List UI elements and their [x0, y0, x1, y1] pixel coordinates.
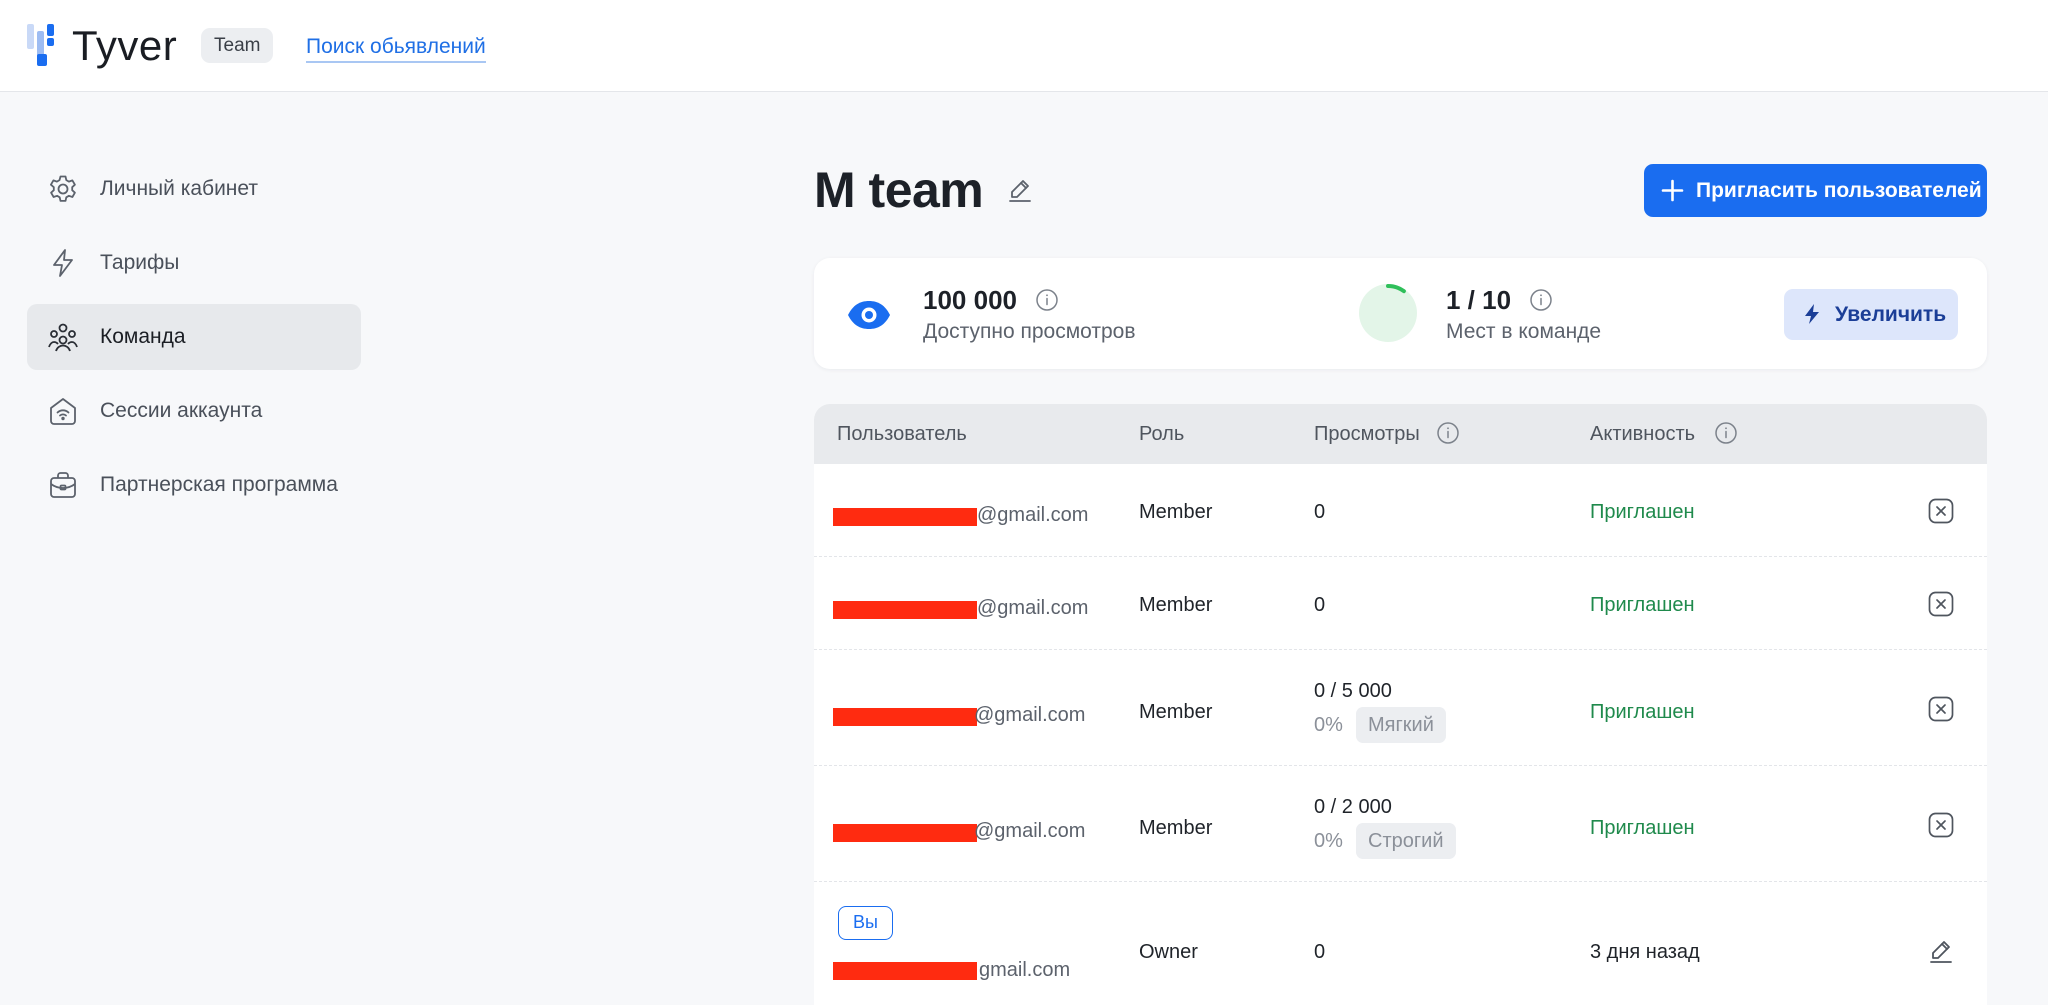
user-role: Member: [1139, 501, 1213, 523]
sidebar-item-label: Команда: [100, 325, 186, 348]
lightning-icon: [1805, 304, 1819, 324]
user-role: Member: [1139, 701, 1213, 723]
table-row: @gmail.com Member 0 Приглашен: [814, 557, 1987, 650]
user-role: Owner: [1139, 941, 1198, 963]
user-views: 0 / 2 000: [1314, 796, 1392, 818]
sidebar-nav: Личный кабинет Тарифы Команда Сессии акк…: [27, 156, 361, 526]
user-activity-status: Приглашен: [1590, 594, 1695, 616]
sidebar-item-team[interactable]: Команда: [27, 304, 361, 370]
table-header: Пользователь Роль Просмотры Активность: [814, 404, 1987, 464]
user-activity-status: Приглашен: [1590, 701, 1695, 723]
sidebar-item-partner[interactable]: Партнерская программа: [27, 452, 361, 518]
user-views: 0 / 5 000: [1314, 680, 1392, 702]
user-activity-status: 3 дня назад: [1590, 941, 1700, 963]
team-stats-card: 100 000 Доступно просмотров 1 / 10 Мест …: [814, 258, 1987, 369]
table-row: @gmail.com Member 0 Приглашен: [814, 464, 1987, 557]
pencil-icon[interactable]: [1927, 937, 1955, 965]
info-icon[interactable]: [1529, 288, 1553, 312]
team-members-table: Пользователь Роль Просмотры Активность @…: [814, 404, 1987, 1005]
info-icon[interactable]: [1714, 421, 1738, 445]
invite-users-label: Пригласить пользователей: [1696, 179, 1982, 202]
sidebar-item-label: Тарифы: [100, 251, 180, 274]
redacted-email-bar: [833, 708, 977, 726]
redacted-email-bar: [833, 508, 977, 526]
user-views: 0: [1314, 941, 1326, 963]
close-icon[interactable]: [1927, 811, 1955, 839]
gear-icon: [50, 175, 76, 202]
sidebar-item-sessions[interactable]: Сессии аккаунта: [27, 378, 361, 444]
eye-icon: [848, 301, 890, 329]
user-email: @gmail.com: [974, 820, 1086, 842]
user-views-percent: 0%: [1314, 830, 1343, 852]
search-ads-link[interactable]: Поиск обьявлений: [306, 33, 486, 63]
limit-mode-tag: Строгий: [1356, 823, 1456, 859]
limit-mode-tag: Мягкий: [1356, 707, 1446, 743]
brand-name[interactable]: Tyver: [72, 20, 177, 72]
user-activity-status: Приглашен: [1590, 501, 1695, 523]
increase-label: Увеличить: [1835, 303, 1947, 326]
column-header-user: Пользователь: [837, 423, 967, 445]
user-views: 0: [1314, 501, 1326, 523]
briefcase-icon: [50, 472, 76, 498]
user-email: gmail.com: [979, 959, 1071, 981]
column-header-activity: Активность: [1590, 423, 1696, 445]
seats-progress-ring: [1359, 284, 1417, 342]
plus-icon: [1661, 179, 1684, 202]
table-row: @gmail.com Member 0 / 5 000 0% Мягкий Пр…: [814, 650, 1987, 766]
page-title: M team: [814, 162, 984, 218]
user-role: Member: [1139, 817, 1213, 839]
sidebar-item-label: Личный кабинет: [100, 177, 258, 200]
user-views-percent: 0%: [1314, 714, 1343, 736]
team-seats-label: Мест в команде: [1446, 320, 1602, 343]
you-badge: Вы: [838, 906, 893, 940]
user-email: @gmail.com: [974, 704, 1086, 726]
sidebar-item-label: Сессии аккаунта: [100, 399, 263, 422]
close-icon[interactable]: [1927, 695, 1955, 723]
sidebar-item-tariffs[interactable]: Тарифы: [27, 230, 361, 296]
top-header: Tyver Team Поиск обьявлений: [0, 0, 2048, 92]
invite-users-button[interactable]: Пригласить пользователей: [1644, 164, 1987, 217]
user-email: @gmail.com: [977, 597, 1089, 619]
close-icon[interactable]: [1927, 590, 1955, 618]
info-icon[interactable]: [1436, 421, 1460, 445]
column-header-views: Просмотры: [1314, 423, 1420, 445]
redacted-email-bar: [833, 824, 977, 842]
lightning-icon: [53, 249, 73, 277]
team-icon: [48, 323, 78, 352]
increase-button[interactable]: Увеличить: [1784, 289, 1958, 340]
column-header-role: Роль: [1139, 423, 1185, 445]
user-activity-status: Приглашен: [1590, 817, 1695, 839]
team-seats-value: 1 / 10: [1446, 285, 1512, 315]
sidebar-item-account[interactable]: Личный кабинет: [27, 156, 361, 222]
sidebar-item-label: Партнерская программа: [100, 473, 338, 496]
home-wifi-icon: [50, 398, 76, 425]
edit-title-pencil-icon[interactable]: [1006, 176, 1034, 204]
brand-logo-icon[interactable]: [27, 24, 61, 66]
redacted-email-bar: [833, 601, 977, 619]
redacted-email-bar: [833, 962, 977, 980]
table-row: @gmail.com Member 0 / 2 000 0% Строгий П…: [814, 766, 1987, 882]
close-icon[interactable]: [1927, 497, 1955, 525]
user-views: 0: [1314, 594, 1326, 616]
info-icon[interactable]: [1035, 288, 1059, 312]
available-views-label: Доступно просмотров: [923, 320, 1136, 343]
team-badge: Team: [201, 28, 274, 63]
table-row: Вы gmail.com Owner 0 3 дня назад: [814, 882, 1987, 1005]
available-views-value: 100 000: [923, 285, 1017, 315]
user-email: @gmail.com: [977, 504, 1089, 526]
user-role: Member: [1139, 594, 1213, 616]
